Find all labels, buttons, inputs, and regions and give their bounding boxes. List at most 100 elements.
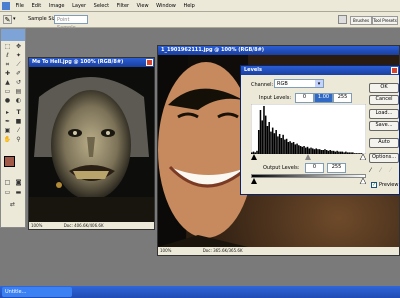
taskbar-item-label: Untitle... (5, 289, 27, 295)
histogram-bar (259, 110, 262, 154)
eyedropper-gray-icon[interactable]: ⁄ (380, 167, 388, 175)
eyedropper-tool-icon[interactable]: ✎ (3, 15, 12, 24)
history-brush-tool-icon[interactable]: ↺ (14, 79, 23, 87)
move-tool-icon[interactable]: ✥ (14, 43, 23, 51)
pen-tool-icon[interactable]: ✒ (3, 118, 12, 126)
magic-wand-tool-icon[interactable]: ✦ (14, 52, 23, 60)
histogram-bar (298, 145, 300, 154)
levels-close-icon[interactable] (391, 67, 398, 74)
eraser-tool-icon[interactable]: ▭ (3, 88, 12, 96)
menu-help[interactable]: Help (180, 0, 197, 12)
shape-tool-icon[interactable]: ■ (14, 118, 23, 126)
histogram-bar (289, 141, 291, 154)
chevron-down-icon[interactable]: ▾ (315, 80, 323, 87)
document-2-statusbar: 100% Doc: 365.6K/365.6K (158, 247, 399, 255)
menu-select[interactable]: Select (91, 0, 112, 12)
toolbox-header (1, 29, 25, 41)
eyedropper-icon[interactable]: ⁄ (14, 127, 23, 135)
menu-view[interactable]: View (134, 0, 152, 12)
output-white-field[interactable]: 255 (327, 163, 346, 173)
tool-preset-dropdown[interactable]: ▾ (13, 17, 18, 22)
levels-dialog: Levels Channel: RGB ▾ Input Levels: 0 1.… (240, 65, 400, 195)
menu-window[interactable]: Window (153, 0, 179, 12)
menu-image[interactable]: Image (46, 0, 68, 12)
tab-brushes[interactable]: Brushes (350, 16, 372, 25)
document-1-zoom[interactable]: 100% (31, 223, 42, 228)
histogram-bar (270, 131, 272, 154)
lasso-tool-icon[interactable]: ℓ (3, 52, 12, 60)
output-slider[interactable] (251, 178, 366, 184)
histogram-bar (292, 142, 295, 154)
document-1-canvas[interactable] (29, 67, 154, 222)
crop-tool-icon[interactable]: ⌗ (3, 61, 12, 69)
tab-tool-presets[interactable]: Tool Presets (372, 16, 398, 25)
menu-filter[interactable]: Filter (114, 0, 132, 12)
histogram-bar (301, 146, 304, 154)
input-black-field[interactable]: 0 (295, 93, 314, 103)
cancel-button[interactable]: Cancel (369, 95, 399, 105)
histogram-bar (280, 138, 283, 154)
hand-tool-icon[interactable]: ✋ (3, 136, 12, 144)
document-1-titlebar[interactable]: Me To Hell.jpg @ 100% (RGB/8#) (29, 58, 154, 67)
preview-checkbox[interactable]: ✓ (371, 182, 377, 188)
save-button[interactable]: Save... (369, 121, 399, 131)
taskbar-item[interactable]: Untitle... (2, 287, 72, 297)
input-slider[interactable] (251, 154, 366, 160)
document-2-titlebar[interactable]: 1_1901962111.jpg @ 100% (RGB/8#) (158, 46, 399, 55)
output-levels-label: Output Levels: (263, 165, 300, 171)
zoom-tool-icon[interactable]: ⚲ (14, 136, 23, 144)
fullscreen-mode-icon[interactable]: ▬ (14, 189, 23, 197)
eyedropper-white-icon[interactable]: ⁄ (390, 167, 398, 175)
healing-brush-tool-icon[interactable]: ✚ (3, 70, 12, 78)
output-white-slider[interactable] (359, 178, 366, 184)
histogram-bar (266, 126, 269, 154)
gamma-slider[interactable] (305, 154, 311, 160)
type-tool-icon[interactable]: T (14, 109, 23, 117)
options-bar: ✎ ▾ Sample Size: Point Sample Brushes To… (0, 12, 400, 31)
ok-button[interactable]: OK (369, 83, 399, 93)
histogram-bar (257, 130, 260, 154)
histogram-bar (287, 142, 290, 154)
screen-mode-icon[interactable]: ▭ (3, 189, 12, 197)
menu-layer[interactable]: Layer (69, 0, 89, 12)
quick-mask-icon[interactable]: ◙ (14, 179, 23, 187)
load-button[interactable]: Load... (369, 109, 399, 119)
close-icon[interactable] (146, 59, 153, 66)
histogram-bar (285, 138, 288, 154)
channel-select[interactable]: RGB ▾ (274, 79, 324, 88)
foreground-color-swatch[interactable] (4, 156, 15, 167)
auto-button[interactable]: Auto (369, 138, 399, 148)
input-white-field[interactable]: 255 (333, 93, 352, 103)
menu-file[interactable]: File (13, 0, 27, 12)
sample-size-select[interactable]: Point Sample (54, 15, 88, 31)
output-black-field[interactable]: 0 (305, 163, 324, 173)
histogram-bar (268, 122, 270, 154)
options-button[interactable]: Options... (369, 153, 399, 163)
jump-to-imageready-icon[interactable]: ⇄ (8, 201, 17, 209)
photoshop-logo-icon[interactable] (2, 1, 10, 10)
output-black-slider[interactable] (251, 178, 257, 184)
dodge-tool-icon[interactable]: ◐ (14, 97, 23, 105)
histogram-bar (261, 120, 263, 154)
slice-tool-icon[interactable]: ⟋ (14, 61, 23, 69)
preview-label: Preview (379, 182, 399, 188)
clone-stamp-tool-icon[interactable]: ▲ (3, 79, 12, 87)
menu-edit[interactable]: Edit (29, 0, 45, 12)
black-point-slider[interactable] (251, 154, 257, 160)
marquee-tool-icon[interactable]: ⬚ (3, 43, 12, 51)
document-2-zoom[interactable]: 100% (160, 248, 171, 253)
palette-well-icon[interactable] (338, 15, 347, 24)
brush-tool-icon[interactable]: ✐ (14, 70, 23, 78)
blur-tool-icon[interactable]: ● (3, 97, 12, 105)
document-2-docsize: Doc: 365.6K/365.6K (202, 248, 243, 253)
gradient-tool-icon[interactable]: ▤ (14, 88, 23, 96)
input-gamma-field[interactable]: 1.00 (314, 93, 333, 103)
levels-titlebar[interactable]: Levels (241, 66, 399, 75)
eyedropper-black-icon[interactable]: ⁄ (370, 167, 378, 175)
white-point-slider[interactable] (359, 154, 366, 160)
histogram-bar (294, 144, 297, 154)
path-select-tool-icon[interactable]: ▸ (3, 109, 12, 117)
levels-title: Levels (244, 67, 262, 73)
standard-mode-icon[interactable]: □ (3, 179, 12, 187)
notes-tool-icon[interactable]: ▣ (3, 127, 12, 135)
